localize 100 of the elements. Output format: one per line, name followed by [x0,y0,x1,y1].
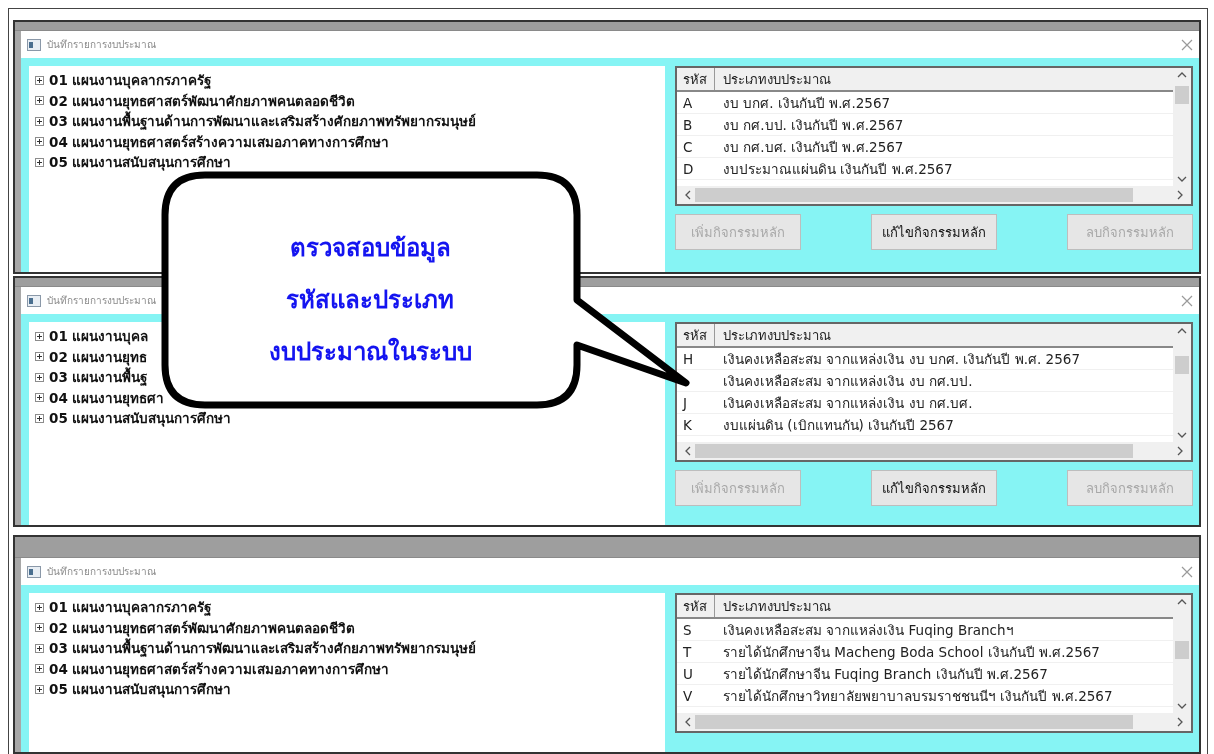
expand-icon[interactable] [35,331,44,341]
scroll-thumb[interactable] [695,188,1133,202]
expand-icon[interactable] [35,643,44,653]
scroll-thumb[interactable] [1175,356,1189,374]
tree-item[interactable]: 02 แผนงานยุทธ [49,345,148,368]
vertical-scrollbar[interactable] [1173,68,1191,186]
code-cell: B [683,116,693,133]
budget-type-cell-text: งบประมาณแผ่นดิน เงินกันปี พ.ศ.2567 [722,159,953,179]
column-header[interactable]: รหัส [677,68,715,90]
budget-type-cell-text: งบ กศ.บศ. เงินกันปี พ.ศ.2567 [722,137,904,157]
horizontal-scrollbar[interactable] [677,442,1191,460]
list-row[interactable]: U รายได้นักศึกษาจีน Fuqing Branch เงินกันปี พ.ศ.2567 [677,663,1173,685]
budget-type-cell-text: รายได้นักศึกษาวิทยาลัยพยาบาลบรมราชชนนีฯ เงินกันปี พ.ศ.2567 [722,686,1113,706]
tree-item[interactable]: 02 แผนงานยุทธศาสตร์พัฒนาศักยภาพคนตลอดชีวิต [49,616,356,639]
action-button[interactable]: แก้ไขกิจกรรมหลัก [871,470,997,506]
column-header[interactable]: ประเภทงบประมาณ [715,324,831,346]
scroll-thumb[interactable] [695,715,1133,729]
list-row[interactable]: B งบ กศ.บป. เงินกันปี พ.ศ.2567 [677,114,1173,136]
tree-item[interactable]: 03 แผนงานพื้นฐ [49,366,148,389]
column-header[interactable]: ประเภทงบประมาณ [715,595,831,617]
close-icon[interactable] [1181,294,1193,307]
scroll-right-icon[interactable] [1177,446,1183,456]
expand-icon[interactable] [35,372,44,382]
scroll-left-icon[interactable] [685,190,691,200]
expand-icon[interactable] [35,137,44,147]
code-cell: T [683,643,692,660]
code-cell: A [683,94,693,111]
horizontal-scrollbar[interactable] [677,713,1191,731]
code-cell: K [683,416,692,433]
code-cell: D [683,160,694,177]
list-row[interactable]: C งบ กศ.บศ. เงินกันปี พ.ศ.2567 [677,136,1173,158]
column-header[interactable]: ประเภทงบประมาณ [715,68,831,90]
list-row[interactable]: V รายได้นักศึกษาวิทยาลัยพยาบาลบรมราชชนนีฯ เงินกันปี พ.ศ.2567 [677,685,1173,707]
expand-icon[interactable] [35,664,44,674]
code-cell: S [683,621,692,638]
expand-icon[interactable] [35,75,44,85]
budget-type-cell-text: งบ บกศ. เงินกันปี พ.ศ.2567 [722,93,891,113]
tree-item[interactable]: 04 แผนงานยุทธศา [49,386,165,409]
expand-icon[interactable] [35,352,44,362]
code-cell: J [683,394,687,411]
action-button[interactable]: แก้ไขกิจกรรมหลัก [871,214,997,250]
list-row[interactable]: D งบประมาณแผ่นดิน เงินกันปี พ.ศ.2567 [677,158,1173,180]
scroll-left-icon[interactable] [685,717,691,727]
tree-item[interactable]: 02 แผนงานยุทธศาสตร์พัฒนาศักยภาพคนตลอดชีวิต [49,89,356,112]
tree-item[interactable]: 03 แผนงานพื้นฐานด้านการพัฒนาและเสริมสร้างศักยภาพทรัพยากรมนุษย์ [49,637,477,660]
scroll-right-icon[interactable] [1177,717,1183,727]
tree-item[interactable]: 01 แผนงานบุคล [49,325,149,348]
scroll-thumb[interactable] [1175,641,1189,659]
expand-icon[interactable] [35,157,44,167]
app-icon [27,294,41,307]
expand-icon[interactable] [35,602,44,612]
code-cell: V [683,687,693,704]
column-header[interactable]: รหัส [677,324,715,346]
list-row[interactable]: A งบ บกศ. เงินกันปี พ.ศ.2567 [677,92,1173,114]
budget-type-cell-text: รายได้นักศึกษาจีน Macheng Boda School เงินกันปี พ.ศ.2567 [722,642,1100,662]
scroll-thumb[interactable] [695,444,1133,458]
tree-item[interactable]: 05 แผนงานสนับสนุนการศึกษา [49,407,232,430]
tree-item[interactable]: 05 แผนงานสนับสนุนการศึกษา [49,678,232,701]
tree-item[interactable]: 05 แผนงานสนับสนุนการศึกษา [49,151,232,174]
list-row[interactable]: J เงินคงเหลือสะสม จากแหล่งเงิน งบ กศ.บศ. [677,392,1173,414]
code-cell: U [683,665,693,682]
callout-text: ตรวจสอบข้อมูล รหัสและประเภท งบประมาณในระบบ [267,233,473,368]
tree-item[interactable]: 01 แผนงานบุคลากรภาครัฐ [49,596,212,619]
budget-type-cell-text: งบ กศ.บป. เงินกันปี พ.ศ.2567 [722,115,904,135]
tree-item[interactable]: 01 แผนงานบุคลากรภาครัฐ [49,69,212,92]
list-row[interactable]: H เงินคงเหลือสะสม จากแหล่งเงิน งบ บกศ. เงินกันปี พ.ศ. 2567 [677,348,1173,370]
vertical-scrollbar[interactable] [1173,324,1191,442]
budget-type-cell-text: เงินคงเหลือสะสม จากแหล่งเงิน Fuqing Branchฯ [722,620,1014,640]
expand-icon[interactable] [35,623,44,633]
vertical-scrollbar[interactable] [1173,595,1191,713]
scroll-thumb[interactable] [1175,86,1189,104]
tree-item[interactable]: 04 แผนงานยุทธศาสตร์สร้างความเสมอภาคทางการศึกษา [49,657,390,680]
scroll-down-icon[interactable] [1177,432,1187,438]
expand-icon[interactable] [35,96,44,106]
scroll-right-icon[interactable] [1177,190,1183,200]
close-icon[interactable] [1181,565,1193,578]
budget-type-cell-text: รายได้นักศึกษาจีน Fuqing Branch เงินกันปี พ.ศ.2567 [722,664,1048,684]
tree-item[interactable]: 04 แผนงานยุทธศาสตร์สร้างความเสมอภาคทางการศึกษา [49,130,390,153]
list-row[interactable]: T รายได้นักศึกษาจีน Macheng Boda School เงินกันปี พ.ศ.2567 [677,641,1173,663]
budget-type-cell-text: เงินคงเหลือสะสม จากแหล่งเงิน งบ กศ.บป. [722,371,973,391]
budget-type-cell-text: เงินคงเหลือสะสม จากแหล่งเงิน งบ กศ.บศ. [722,393,973,413]
expand-icon[interactable] [35,684,44,694]
window-title: บันทึกรายการงบประมาณ [47,565,156,579]
scroll-up-icon[interactable] [1177,328,1187,334]
expand-icon[interactable] [35,393,44,403]
scroll-up-icon[interactable] [1177,72,1187,78]
horizontal-scrollbar[interactable] [677,186,1191,204]
list-row[interactable]: S เงินคงเหลือสะสม จากแหล่งเงิน Fuqing Branchฯ [677,619,1173,641]
scroll-down-icon[interactable] [1177,176,1187,182]
scroll-down-icon[interactable] [1177,703,1187,709]
close-icon[interactable] [1181,38,1193,51]
expand-icon[interactable] [35,413,44,423]
tree-item[interactable]: 03 แผนงานพื้นฐานด้านการพัฒนาและเสริมสร้างศักยภาพทรัพยากรมนุษย์ [49,110,477,133]
list-row[interactable]: K งบแผ่นดิน (เบิกแทนกัน) เงินกันปี 2567 [677,414,1173,436]
code-cell: H [683,350,694,367]
scroll-left-icon[interactable] [685,446,691,456]
expand-icon[interactable] [35,116,44,126]
column-header[interactable]: รหัส [677,595,715,617]
scroll-up-icon[interactable] [1177,599,1187,605]
window-title: บันทึกรายการงบประมาณ [47,294,156,308]
